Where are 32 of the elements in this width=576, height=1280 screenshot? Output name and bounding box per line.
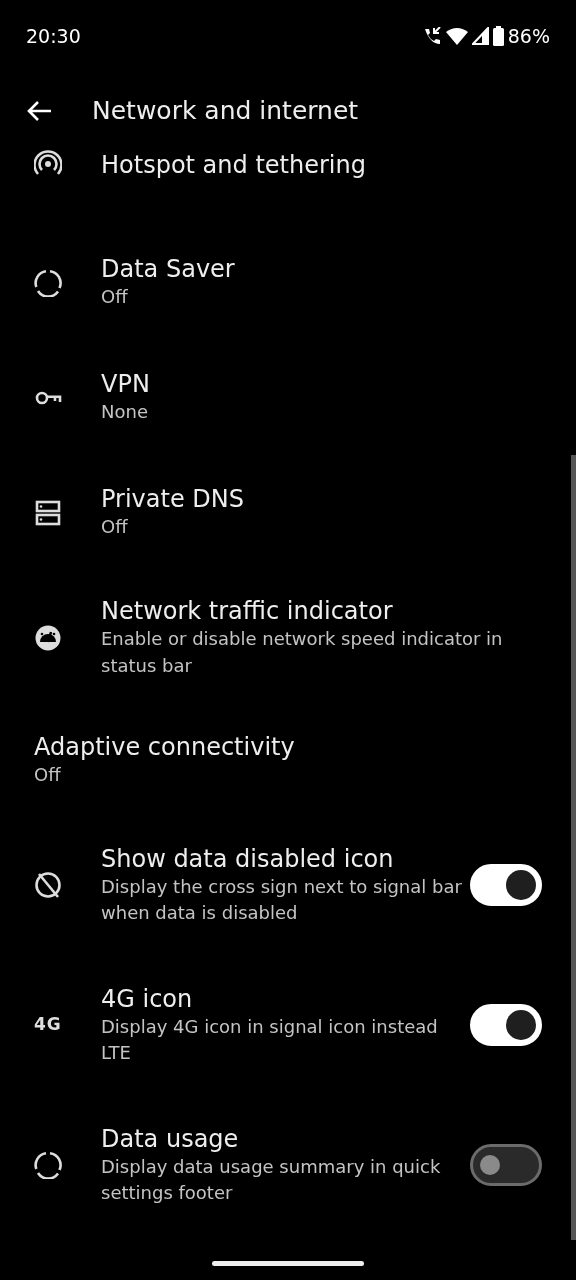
setting-summary: Enable or disable network speed indicator in status bar (101, 627, 504, 678)
back-arrow-icon[interactable] (26, 100, 52, 122)
wifi-icon (445, 27, 468, 45)
speedometer-icon (34, 623, 62, 652)
network-type-icon: 4G (34, 1012, 62, 1038)
setting-title: Data Saver (101, 254, 236, 285)
data-saver-icon (34, 268, 62, 297)
setting-summary: Display data usage summary in quick settings footer (101, 1154, 442, 1205)
setting-title: 4G icon (101, 983, 194, 1014)
signal-icon (471, 27, 489, 45)
setting-title: VPN (101, 369, 151, 400)
setting-title: Private DNS (101, 484, 245, 515)
server-icon (34, 498, 62, 527)
crossed-circle-icon (34, 871, 62, 899)
navigation-handle[interactable] (212, 1261, 364, 1266)
setting-title: Show data disabled icon (101, 843, 395, 874)
data-usage-icon (34, 1151, 62, 1179)
page-title: Network and internet (92, 95, 359, 128)
setting-summary: Off (34, 762, 62, 787)
setting-summary: None (101, 400, 149, 425)
setting-title: Data usage (101, 1123, 240, 1154)
setting-title: Adaptive connectivity (34, 731, 296, 762)
battery-percent: 86% (507, 23, 550, 49)
setting-summary: Display 4G icon in signal icon instead LTE (101, 1014, 439, 1065)
setting-title: Hotspot and tethering (101, 150, 367, 180)
status-time: 20:30 (26, 23, 81, 49)
setting-summary: Display the cross sign next to signal bar when data is disabled (101, 874, 462, 925)
battery-icon (492, 26, 504, 46)
setting-summary: Off (101, 515, 129, 540)
setting-summary: Off (101, 285, 129, 310)
toggle-switch[interactable] (470, 1144, 542, 1186)
setting-title: Network traffic indicator (101, 596, 394, 627)
